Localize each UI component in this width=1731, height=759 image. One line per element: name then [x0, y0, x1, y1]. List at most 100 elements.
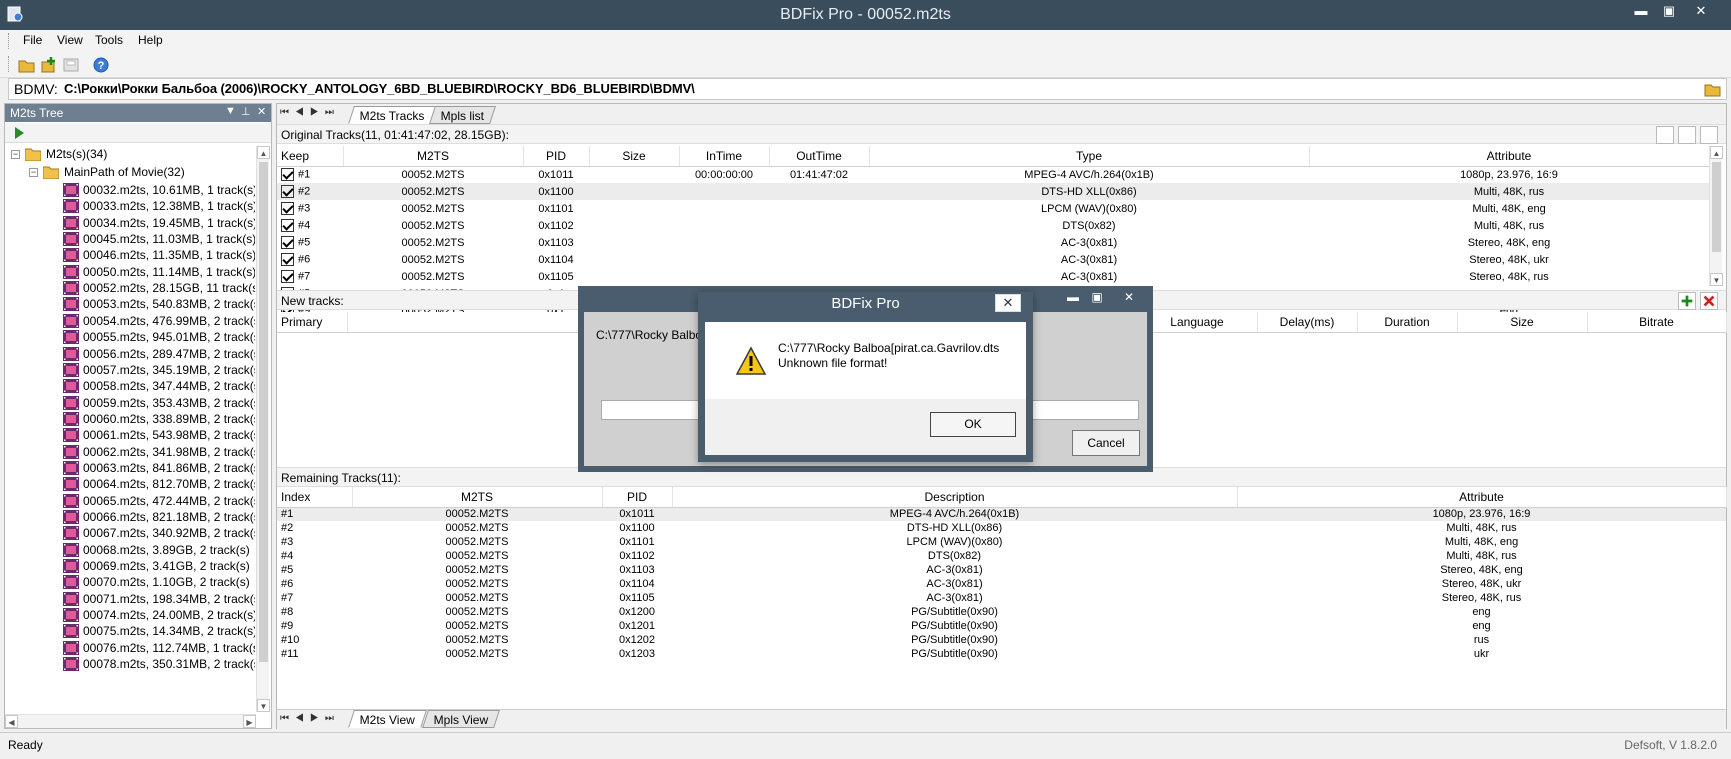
scroll-right-icon[interactable]: ▶ — [243, 715, 256, 728]
scroll-up-icon[interactable]: ▲ — [1710, 146, 1723, 159]
table-cell: DTS-HD XLL(0x86) — [869, 183, 1309, 200]
col-header[interactable]: M2TS — [352, 487, 603, 508]
table-row[interactable]: #5 00052.M2TS 0x1103 AC-3(0x81) Stereo, 48K,… — [277, 563, 1726, 577]
col-delay[interactable]: Delay(ms) — [1257, 312, 1358, 333]
table-row[interactable]: #11 00052.M2TS 0x1203 PG/Subtitle(0x90) ukr — [277, 647, 1726, 661]
dialog-close-icon[interactable]: ✕ — [1118, 290, 1140, 304]
split-icon[interactable] — [1700, 126, 1718, 144]
table-row[interactable]: #4 00052.M2TS 0x1102 DTS(0x82) Multi, 48K, r… — [277, 549, 1726, 563]
collapse-icon[interactable]: − — [29, 168, 38, 177]
keep-checkbox[interactable] — [281, 253, 294, 266]
col-header[interactable]: M2TS — [343, 146, 524, 167]
table-row[interactable]: #1 00052.M2TS 0x1011 MPEG-4 AVC/h.264(0x1B)… — [277, 507, 1726, 521]
table-row[interactable]: #8 00052.M2TS 0x1200 PG/Subtitle(0x90) eng — [277, 605, 1726, 619]
original-tracks-scrollbar[interactable]: ▲ ▼ — [1709, 146, 1723, 286]
table-row[interactable]: #4 00052.M2TS 0x1102 DTS(0x82) Multi, 48K, r… — [277, 217, 1709, 234]
scroll-up-icon[interactable]: ▲ — [257, 146, 270, 159]
original-scroll-thumb[interactable] — [1712, 162, 1721, 252]
table-row[interactable]: #3 00052.M2TS 0x1101 LPCM (WAV)(0x80) Multi,… — [277, 200, 1709, 217]
delete-track-icon[interactable] — [1700, 292, 1718, 310]
table-cell — [769, 217, 869, 234]
scroll-left-icon[interactable]: ◀ — [5, 715, 18, 728]
dialog-maximize-icon[interactable]: ▣ — [1086, 290, 1108, 304]
table-row[interactable]: #1 00052.M2TS 0x1011 00:00:00:00 01:41:47:02… — [277, 166, 1709, 183]
tab-mpls-view[interactable]: Mpls View — [422, 710, 501, 728]
close-window-button[interactable]: ✕ — [1690, 2, 1712, 20]
col-header[interactable]: InTime — [679, 146, 770, 167]
table-row[interactable]: #9 00052.M2TS 0x1201 PG/Subtitle(0x90) eng — [277, 619, 1726, 633]
maximize-button[interactable]: ▣ — [1658, 2, 1680, 20]
help-icon[interactable]: ? — [92, 56, 110, 74]
copy-icon[interactable] — [1656, 126, 1674, 144]
scroll-down-icon[interactable]: ▼ — [257, 699, 270, 712]
col-header[interactable]: Keep — [277, 146, 344, 167]
col-header[interactable]: Attribute — [1309, 146, 1710, 167]
play-icon[interactable] — [13, 126, 25, 140]
close-panel-icon[interactable]: ✕ — [257, 105, 266, 118]
table-row[interactable]: #5 00052.M2TS 0x1103 AC-3(0x81) Stereo, 48K,… — [277, 234, 1709, 251]
col-header[interactable]: Description — [672, 487, 1238, 508]
menu-view[interactable]: View — [57, 33, 83, 47]
table-row[interactable]: #7 00052.M2TS 0x1105 AC-3(0x81) Stereo, 48K,… — [277, 268, 1709, 285]
col-primary[interactable]: Primary — [277, 312, 348, 333]
table-row[interactable]: #2 00052.M2TS 0x1100 DTS-HD XLL(0x86) Multi,… — [277, 183, 1709, 200]
col-duration[interactable]: Duration — [1357, 312, 1458, 333]
keep-checkbox[interactable] — [281, 168, 294, 182]
table-row[interactable]: #6 00052.M2TS 0x1104 AC-3(0x81) Stereo, 48K,… — [277, 577, 1726, 591]
table-cell: AC-3(0x81) — [1060, 253, 1118, 266]
col-header[interactable]: Size — [589, 146, 680, 167]
film-icon — [63, 215, 79, 230]
col-header[interactable]: Index — [277, 487, 353, 508]
menu-tools[interactable]: Tools — [95, 33, 123, 47]
duplicate-icon[interactable] — [1678, 126, 1696, 144]
cancel-button[interactable]: Cancel — [1072, 430, 1140, 456]
col-header[interactable]: Attribute — [1237, 487, 1727, 508]
add-icon[interactable] — [40, 56, 58, 74]
col-header[interactable]: PID — [523, 146, 590, 167]
ok-button[interactable]: OK — [930, 412, 1016, 437]
col-header[interactable]: PID — [602, 487, 673, 508]
browse-folder-icon[interactable] — [1704, 80, 1722, 98]
keep-checkbox[interactable] — [281, 185, 294, 198]
menu-help[interactable]: Help — [138, 33, 163, 47]
pin-icon[interactable]: ⊥ — [241, 105, 251, 118]
tree-item-label: 00075.m2ts, 14.34MB, 2 track(s) — [83, 624, 255, 639]
film-icon — [63, 657, 79, 672]
open-folder-icon[interactable] — [18, 56, 36, 74]
menu-file[interactable]: File — [23, 33, 42, 47]
col-language[interactable]: Language — [1137, 312, 1258, 333]
table-cell: DTS-HD XLL(0x86) — [906, 522, 1003, 534]
tree-horizontal-scrollbar[interactable]: ◀ ▶ — [5, 714, 256, 728]
minimize-button[interactable]: ▬ — [1630, 2, 1652, 20]
col-size[interactable]: Size — [1457, 312, 1588, 333]
dropdown-icon[interactable]: ▼ — [225, 105, 236, 117]
keep-checkbox[interactable] — [281, 236, 294, 249]
tab-m2ts-tracks[interactable]: M2ts Tracks — [348, 106, 437, 124]
col-header[interactable]: Type — [869, 146, 1310, 167]
tree-scroll-thumb[interactable] — [259, 162, 268, 662]
table-row[interactable]: #10 00052.M2TS 0x1202 PG/Subtitle(0x90) rus — [277, 633, 1726, 647]
col-header[interactable]: OutTime — [769, 146, 870, 167]
table-row[interactable]: #3 00052.M2TS 0x1101 LPCM (WAV)(0x80) Multi,… — [277, 535, 1726, 549]
table-row[interactable]: #7 00052.M2TS 0x1105 AC-3(0x81) Stereo, 48K,… — [277, 591, 1726, 605]
tab-m2ts-view[interactable]: M2ts View — [348, 710, 428, 728]
message-box-close-icon[interactable]: ✕ — [995, 294, 1021, 312]
keep-checkbox[interactable] — [281, 202, 294, 215]
tree-vertical-scrollbar[interactable]: ▲ ▼ — [256, 146, 270, 712]
bottom-tab-nav-arrows[interactable]: ⏮◀▶⏭ — [280, 713, 340, 724]
collapse-icon[interactable]: − — [11, 150, 20, 159]
disabled-save-icon[interactable] — [62, 56, 80, 74]
table-cell: Multi, 48K, rus — [1473, 219, 1545, 232]
table-row[interactable]: #2 00052.M2TS 0x1100 DTS-HD XLL(0x86) Multi,… — [277, 521, 1726, 535]
top-tab-strip: ⏮◀▶⏭ M2ts Tracks Mpls list — [277, 104, 1726, 124]
add-track-icon[interactable] — [1678, 292, 1696, 310]
table-row[interactable]: #6 00052.M2TS 0x1104 AC-3(0x81) Stereo, 48K,… — [277, 251, 1709, 268]
col-bitrate[interactable]: Bitrate — [1587, 312, 1727, 333]
menu-bar: File View Tools Help — [0, 30, 1731, 52]
tab-nav-arrows[interactable]: ⏮◀▶⏭ — [280, 107, 340, 118]
keep-checkbox[interactable] — [281, 270, 294, 283]
tab-mpls-list[interactable]: Mpls list — [429, 106, 497, 124]
keep-checkbox[interactable] — [281, 219, 294, 232]
dialog-minimize-icon[interactable]: ▬ — [1062, 290, 1084, 304]
scroll-down-icon[interactable]: ▼ — [1710, 273, 1723, 286]
